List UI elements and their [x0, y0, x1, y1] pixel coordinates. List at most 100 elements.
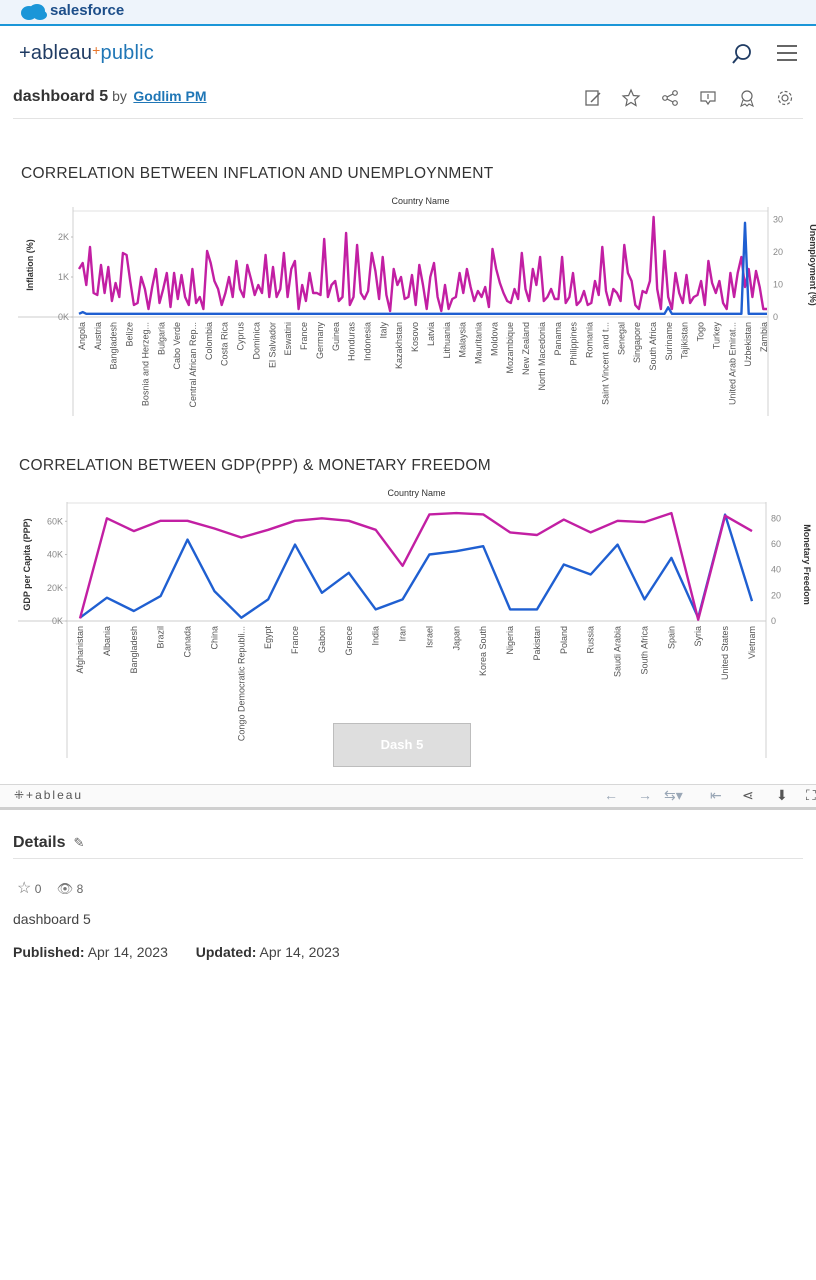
chart2-left-axis-label: GDP per Capita (PPP)	[22, 518, 32, 610]
chart2-right-tick: 40	[771, 565, 781, 575]
chart1-category-label: Cyprus	[236, 322, 246, 351]
chart2-left-tick: 60K	[47, 516, 63, 526]
salesforce-bar: salesforce	[0, 0, 816, 26]
share-icon[interactable]	[660, 88, 680, 108]
chart1-left-tick: 0K	[58, 312, 69, 322]
share-viz-icon[interactable]: ⋖	[742, 787, 754, 804]
chart2-category-label: Russia	[586, 626, 596, 654]
chart1-category-label: Kazakhstan	[394, 322, 404, 369]
favorites-count: 0	[34, 882, 42, 896]
fullscreen-icon[interactable]: ⛶	[806, 787, 816, 804]
chart2-category-label: Pakistan	[532, 626, 542, 661]
chart1-category-label: El Salvador	[267, 322, 277, 368]
reset-icon[interactable]: ⇤	[710, 787, 722, 804]
tableau-public-header: +ableau+public	[0, 26, 816, 82]
tableau-logo[interactable]: ⁜+ableau	[14, 788, 83, 802]
chart2-right-axis-label: Monetary Freedom	[802, 524, 812, 605]
chart1-category-label: Belize	[125, 322, 135, 347]
chart2-series-line-1	[79, 513, 754, 619]
chart2-left-tick: 0K	[52, 616, 63, 626]
viz-title-row: dashboard 5 by Godlim PM	[13, 88, 803, 119]
chart1-left-axis-label: Inflation (%)	[25, 239, 35, 291]
chart1-right-tick: 10	[773, 280, 783, 290]
chart2-right-tick: 0	[771, 616, 776, 626]
chart2-category-label: India	[371, 626, 381, 646]
chart1-category-label: Bangladesh	[109, 322, 119, 370]
chart1-right-tick: 20	[773, 247, 783, 257]
chart1-category-label: Suriname	[664, 322, 674, 361]
chart2-category-label: Canada	[183, 626, 193, 658]
details-title: Details	[13, 834, 66, 851]
chart1-category-label: Tajikistan	[680, 322, 690, 359]
chart2-series-line-2	[78, 511, 753, 621]
search-icon[interactable]	[731, 43, 753, 65]
chart1-category-label: Colombia	[204, 322, 214, 360]
edit-viz-icon[interactable]	[583, 88, 603, 108]
views-eye-icon: 👁	[56, 881, 74, 896]
chart1-category-label: Bulgaria	[156, 322, 166, 355]
download-viz-icon[interactable]: ⬇	[776, 787, 788, 804]
favorites-star-icon[interactable]: ☆	[17, 880, 31, 897]
logo-plus: +	[92, 42, 101, 58]
author-link[interactable]: Godlim PM	[133, 88, 206, 104]
chart2-category-label: France	[290, 626, 300, 654]
settings-gear-icon[interactable]	[775, 88, 795, 108]
chart2-category-label: Korea South	[478, 626, 488, 676]
dash-5-button[interactable]: Dash 5	[333, 723, 471, 767]
chart1-category-label: United Arab Emirat...	[727, 322, 737, 405]
chart1-category-label: France	[299, 322, 309, 350]
chart2-category-label: China	[209, 626, 219, 650]
chart1-category-label: Moldova	[489, 322, 499, 356]
salesforce-cloud-icon	[21, 4, 47, 20]
chart1-category-label: Costa Rica	[220, 322, 230, 366]
edit-pencil-icon[interactable]: ✎	[73, 835, 84, 850]
dashboard-charts: Country Name 2K 1K 0K 30 20 10 0 Inflation (%) Un…	[18, 196, 816, 758]
tableau-viz-toolbar: ⁜+ableau ← → ⇆▾ ⇤ ⋖ ⬇ ⛶	[0, 784, 816, 810]
chart1-category-label: Indonesia	[362, 322, 372, 361]
logo-text-public: public	[100, 42, 154, 64]
chart1-category-label: Lithuania	[442, 322, 452, 359]
chart1-category-label: Singapore	[632, 322, 642, 363]
download-icon[interactable]	[698, 88, 718, 108]
chart2-category-label: Vietnam	[747, 626, 757, 659]
revert-icon[interactable]: ⇆▾	[664, 787, 683, 804]
undo-icon[interactable]: ←	[604, 787, 618, 803]
by-label: by	[112, 88, 127, 104]
tableau-public-logo[interactable]: +ableau+public	[19, 42, 154, 65]
chart1-category-label: Togo	[696, 322, 706, 342]
chart2-category-label: Saudi Arabia	[613, 626, 623, 677]
chart2-category-label: Spain	[666, 626, 676, 649]
views-count: 8	[76, 882, 84, 896]
favorite-star-icon[interactable]	[621, 88, 641, 108]
chart1-category-label: Guinea	[331, 322, 341, 351]
viz-dates: Published: Apr 14, 2023 Updated: Apr 14,…	[13, 944, 340, 960]
salesforce-brand[interactable]: salesforce	[50, 2, 124, 19]
chart2-right-tick: 60	[771, 539, 781, 549]
chart1-category-label: Kosovo	[410, 322, 420, 352]
chart1-category-label: Saint Vincent and t...	[600, 322, 610, 405]
chart1-category-label: Honduras	[347, 322, 357, 362]
chart2-category-label: Gabon	[317, 626, 327, 653]
chart1-left-tick: 1K	[58, 272, 69, 282]
redo-icon[interactable]: →	[638, 787, 652, 803]
chart2-right-tick: 20	[771, 590, 781, 600]
viz-area: CORRELATION BETWEEN INFLATION AND UNEMPL…	[0, 118, 816, 786]
chart1-category-label: Bosnia and Herzeg...	[140, 322, 150, 406]
chart1-category-label: North Macedonia	[537, 322, 547, 391]
chart1-category-label: Uzbekistan	[743, 322, 753, 367]
viz-stats: ☆ 0 👁 8	[17, 878, 83, 898]
chart1-category-label: Cabo Verde	[172, 322, 182, 370]
badge-icon[interactable]	[737, 88, 757, 108]
chart1-category-label: Dominica	[251, 322, 261, 360]
chart1-left-tick: 2K	[58, 232, 69, 242]
chart2-right-tick: 80	[771, 513, 781, 523]
hamburger-menu-icon[interactable]	[776, 44, 798, 62]
chart1-category-label: Mauritania	[474, 322, 484, 364]
published-label: Published:	[13, 944, 85, 960]
chart1-category-label: Zambia	[759, 322, 769, 352]
chart1-category-label: Angola	[77, 322, 87, 350]
chart2-category-label: Brazil	[156, 626, 166, 649]
chart2-column-header: Country Name	[387, 488, 445, 498]
chart2-category-label: Japan	[451, 626, 461, 651]
chart2-category-label: Greece	[344, 626, 354, 656]
